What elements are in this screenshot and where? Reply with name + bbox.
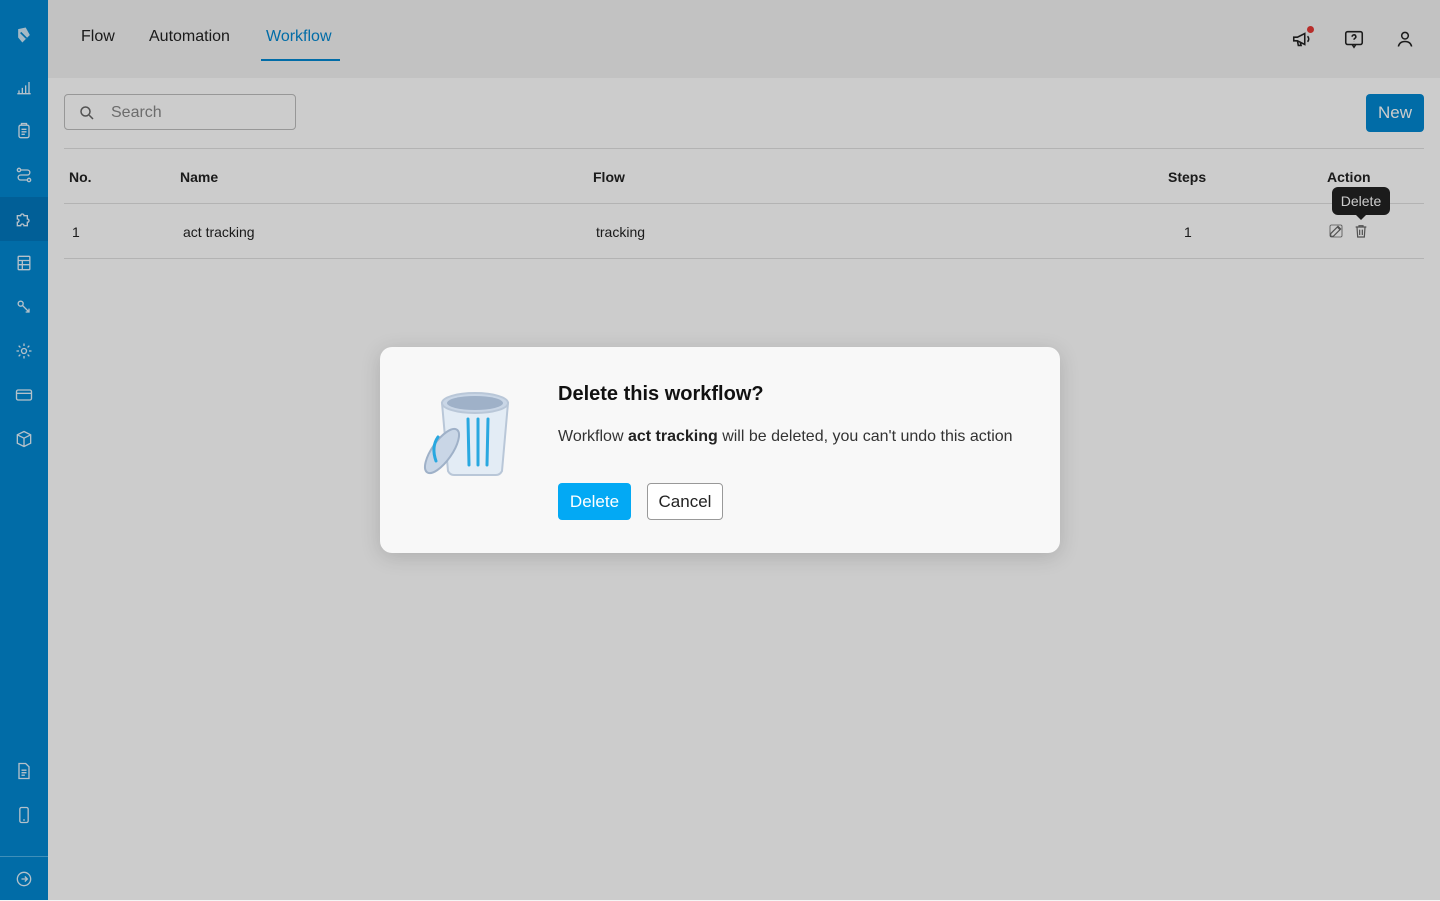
trash-can-illustration (418, 385, 514, 486)
dialog-message-suffix: will be deleted, you can't undo this act… (717, 428, 1013, 445)
confirm-delete-button[interactable]: Delete (558, 483, 631, 520)
dialog-title: Delete this workflow? (558, 383, 764, 405)
cancel-button[interactable]: Cancel (647, 483, 723, 520)
dialog-message: Workflow act tracking will be deleted, y… (558, 428, 1013, 446)
delete-dialog: Delete this workflow? Workflow act track… (380, 347, 1060, 553)
dialog-workflow-name: act tracking (627, 428, 718, 445)
dialog-message-prefix: Workflow (558, 428, 628, 445)
